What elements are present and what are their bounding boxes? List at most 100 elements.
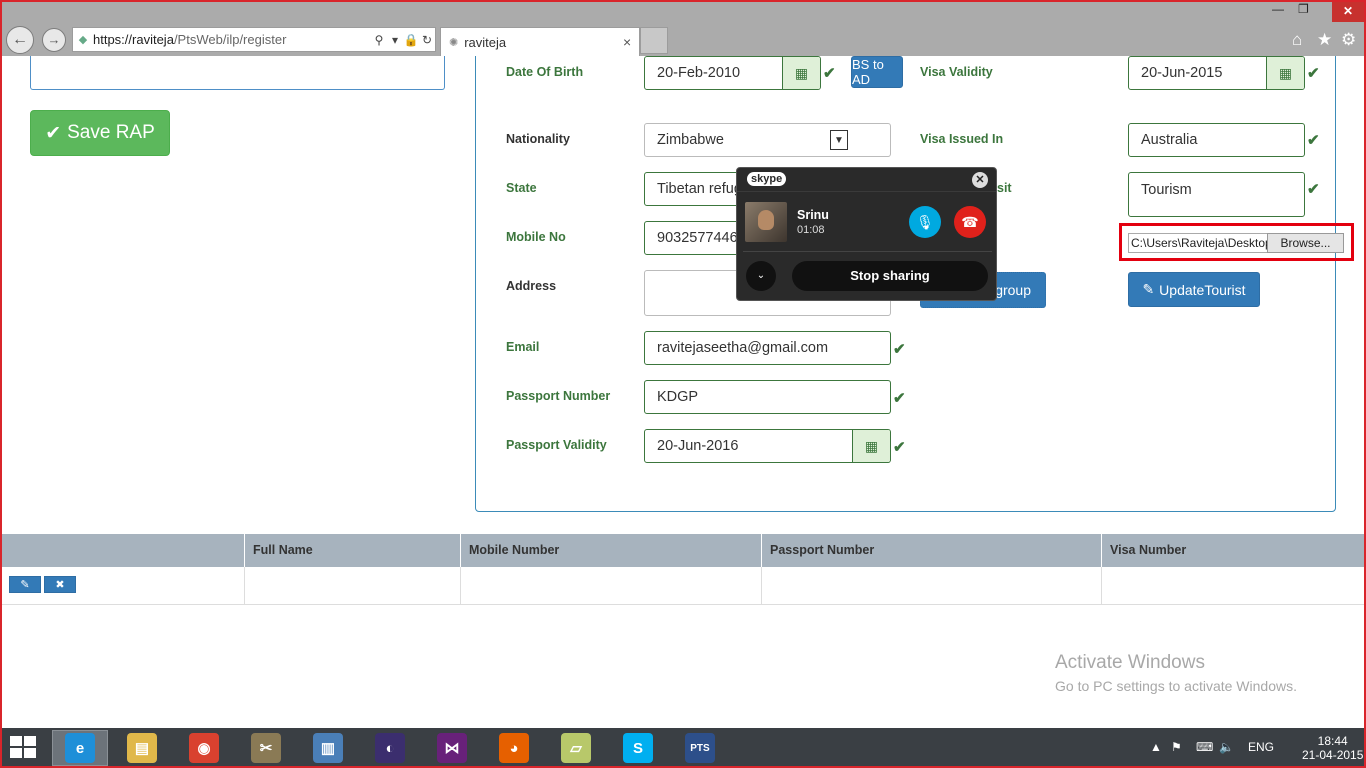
delete-row-button[interactable]: ✖ [44,576,76,593]
table-cell [245,567,461,605]
taskbar-app-tools[interactable]: ✂ [238,730,294,766]
new-tab-button[interactable] [640,27,668,54]
passport-validity-field[interactable]: 20-Jun-2016 ▦ [644,429,891,463]
minimize-icon[interactable]: — [1272,2,1284,16]
calendar-icon[interactable]: ▦ [782,57,820,89]
table-cell [762,567,1102,605]
nationality-select[interactable]: Zimbabwe ▼ [644,123,891,157]
column-header-passport[interactable]: Passport Number [762,534,1102,567]
taskbar-app-firefox[interactable]: ◕ [486,730,542,766]
taskbar-app-skype[interactable]: S [610,730,666,766]
clock-time: 18:44 [1317,734,1348,748]
window-close-icon[interactable]: ✕ [1332,2,1364,22]
taskbar-app-internet-explorer[interactable]: e [52,730,108,766]
end-call-icon[interactable]: ☎ [954,206,986,238]
table-row: ✎ ✖ [2,567,1364,605]
activate-windows-watermark: Activate Windows Go to PC settings to ac… [1055,652,1297,694]
state-value: Tibetan refug [657,181,742,197]
skype-header: skype ✕ [737,168,996,192]
file-path-input[interactable]: C:\Users\Raviteja\Desktop [1128,233,1268,253]
windows-start-icon[interactable] [10,736,38,760]
column-header-visa[interactable]: Visa Number [1102,534,1364,567]
save-rap-button[interactable]: ✔ Save RAP [30,110,170,156]
visa-validity-field[interactable]: 20-Jun-2015 ▦ [1128,56,1305,90]
eclipse-icon: ◐ [375,733,405,763]
action-center-flag-icon[interactable]: ⚑ [1171,740,1182,754]
date-of-birth-field[interactable]: 20-Feb-2010 ▦ [644,56,821,90]
maximize-icon[interactable]: ❐ [1298,2,1309,16]
chevron-down-icon[interactable]: ⌄ [746,261,776,291]
passport-number-field[interactable]: KDGP [644,380,891,414]
email-field[interactable]: ravitejaseetha@gmail.com [644,331,891,365]
chevron-down-icon[interactable]: ▼ [830,130,848,150]
update-tourist-label: UpdateTourist [1159,281,1246,298]
network-icon[interactable]: ⌨ [1196,740,1213,754]
windows-taskbar: e ▤ ◉ ✂ ▥ ◐ ⋈ ◕ ▱ S PTS ▲ ⚑ ⌨ 🔈 ENG 18:44 21-04-20… [0,728,1366,768]
taskbar-app-pts[interactable]: PTS [672,730,728,766]
home-icon[interactable]: ⌂ [1292,30,1302,50]
skype-close-icon[interactable]: ✕ [972,172,988,188]
passport-validity-value: 20-Jun-2016 [657,438,739,454]
update-tourist-button[interactable]: ✎ UpdateTourist [1128,272,1260,307]
call-duration: 01:08 [797,224,825,236]
taskbar-app-eclipse[interactable]: ◐ [362,730,418,766]
clock-date: 21-04-2015 [1302,748,1364,762]
check-icon: ✔ [1307,132,1320,149]
microphone-icon[interactable]: 🎙 [909,206,941,238]
watermark-title: Activate Windows [1055,652,1205,673]
visa-issued-label: Visa Issued In [920,132,1004,146]
stop-sharing-button[interactable]: Stop sharing [792,261,988,291]
tab-title: raviteja [464,34,507,50]
url-text[interactable]: https://raviteja/PtsWeb/ilp/register [93,32,371,47]
passport-number-label: Passport Number [506,389,611,403]
caller-avatar [745,202,787,242]
visa-validity-label: Visa Validity [920,65,993,79]
file-explorer-icon: ▤ [127,733,157,763]
column-header-mobile[interactable]: Mobile Number [461,534,762,567]
calendar-icon[interactable]: ▦ [1266,57,1304,89]
taskbar-app-visual-studio[interactable]: ⋈ [424,730,480,766]
visa-issued-field[interactable]: Australia [1128,123,1305,157]
purpose-field[interactable]: Tourism [1128,172,1305,217]
tab-close-icon[interactable]: × [623,34,639,50]
column-header-full-name[interactable]: Full Name [245,534,461,567]
taskbar-app-database[interactable]: ▥ [300,730,356,766]
back-button[interactable]: ← [6,26,34,54]
edit-row-button[interactable]: ✎ [9,576,41,593]
taskbar-app-chrome[interactable]: ◉ [176,730,232,766]
clock[interactable]: 18:44 21-04-2015 [1302,734,1363,762]
sticky-notes-icon: ▱ [561,733,591,763]
volume-icon[interactable]: 🔈 [1219,740,1234,754]
url-host: https://raviteja [93,32,174,47]
text-input-top[interactable] [30,56,445,90]
address-bar[interactable]: ◆ https://raviteja/PtsWeb/ilp/register ⚲… [72,27,436,52]
refresh-icon[interactable]: ↻ [419,33,435,47]
search-icon[interactable]: ⚲ [371,33,387,47]
dropdown-icon[interactable]: ▾ [387,33,403,47]
calendar-icon[interactable]: ▦ [852,430,890,462]
skype-logo: skype [747,172,787,186]
firefox-icon: ◕ [499,733,529,763]
taskbar-app-sticky-notes[interactable]: ▱ [548,730,604,766]
browse-button[interactable]: Browse... [1267,233,1344,253]
language-indicator[interactable]: ENG [1248,740,1274,754]
caller-name: Srinu [797,208,829,222]
edit-icon: ✎ [1142,281,1155,297]
check-icon: ✔ [893,439,906,456]
favorites-icon[interactable]: ★ [1317,30,1332,50]
check-icon: ✔ [823,65,836,82]
state-label: State [506,181,537,195]
table-header: Full Name Mobile Number Passport Number … [2,534,1364,567]
tools-gear-icon[interactable]: ⚙ [1341,30,1356,50]
database-icon: ▥ [313,733,343,763]
visa-validity-value: 20-Jun-2015 [1141,65,1223,81]
lock-icon[interactable]: 🔒 [403,33,419,47]
tray-expand-icon[interactable]: ▲ [1150,740,1162,754]
pts-icon: PTS [685,733,715,763]
taskbar-app-file-explorer[interactable]: ▤ [114,730,170,766]
forward-button[interactable]: → [42,28,66,52]
bs-to-ad-button[interactable]: BS to AD [851,56,903,88]
browser-tab[interactable]: ✺ raviteja × [440,27,640,56]
date-of-birth-value: 20-Feb-2010 [657,65,741,81]
column-header-actions [2,534,245,567]
